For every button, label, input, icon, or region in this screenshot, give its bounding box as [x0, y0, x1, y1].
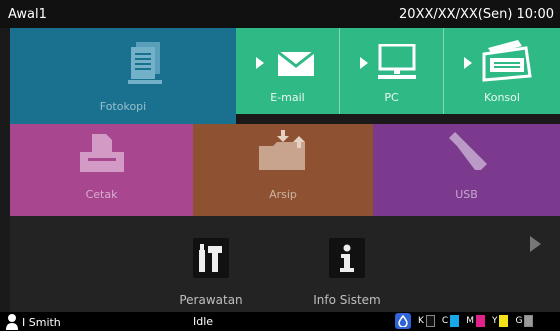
user-info[interactable]: I Smith — [6, 314, 61, 330]
usb-label: USB — [455, 188, 478, 201]
top-bar: Awal1 20XX/XX/XX(Sen) 10:00 — [0, 0, 560, 28]
ink-c: C — [442, 315, 460, 327]
printer-icon — [80, 134, 124, 172]
monitor-icon — [360, 44, 416, 79]
scanner-icon — [464, 40, 532, 82]
ink-icon — [395, 313, 411, 329]
email-tile[interactable]: E-mail — [236, 28, 340, 114]
envelope-icon — [256, 50, 315, 76]
ink-k: K — [418, 315, 435, 327]
pc-tile[interactable]: PC — [340, 28, 444, 114]
cetak-label: Cetak — [85, 188, 118, 201]
folder-transfer-icon — [259, 130, 305, 170]
status-bar: I Smith Idle K C M Y G — [0, 312, 560, 331]
document-stack-icon — [128, 42, 162, 84]
fotokopi-tile[interactable]: Fotokopi — [10, 28, 236, 124]
usb-tile[interactable]: USB — [373, 124, 560, 216]
email-label: E-mail — [270, 91, 305, 104]
tools-panel — [10, 216, 560, 312]
info-sistem-label: Info Sistem — [313, 293, 381, 307]
screen-title: Awal1 — [8, 6, 47, 22]
perawatan-button[interactable] — [193, 238, 229, 278]
usb-stick-icon — [449, 132, 487, 170]
info-sistem-button[interactable] — [329, 238, 365, 278]
info-icon — [340, 244, 354, 272]
konsol-label: Konsol — [484, 91, 520, 104]
ink-y: Y — [492, 315, 509, 327]
arsip-tile[interactable]: Arsip — [193, 124, 373, 216]
user-name: I Smith — [22, 315, 61, 329]
ink-m: M — [466, 315, 485, 327]
machine-status: Idle — [193, 315, 214, 328]
next-page-arrow[interactable] — [530, 236, 541, 252]
datetime: 20XX/XX/XX(Sen) 10:00 — [399, 6, 554, 22]
pc-label: PC — [384, 91, 399, 104]
perawatan-label: Perawatan — [179, 293, 243, 307]
user-icon — [6, 314, 18, 330]
cetak-tile[interactable]: Cetak — [10, 124, 193, 216]
tools-icon — [199, 244, 222, 272]
ink-g: G — [515, 315, 534, 327]
ink-levels[interactable]: K C M Y G — [395, 313, 534, 329]
fotokopi-label: Fotokopi — [99, 100, 147, 113]
arsip-label: Arsip — [269, 188, 297, 201]
konsol-tile[interactable]: Konsol — [444, 28, 560, 114]
